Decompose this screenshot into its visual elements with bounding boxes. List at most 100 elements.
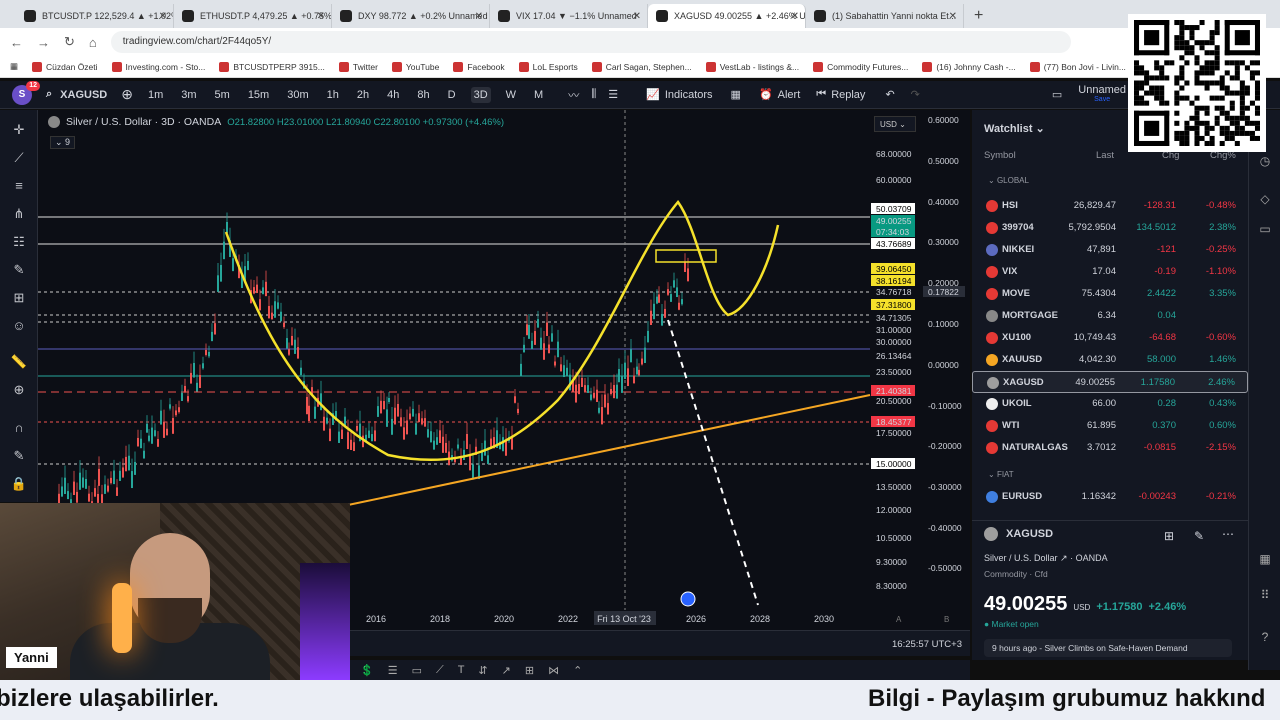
watchlist-title[interactable]: Watchlist ⌄ — [984, 122, 1045, 135]
apps-icon[interactable]: ▦ — [10, 61, 18, 72]
measure-icon[interactable]: ⇵ — [478, 664, 487, 677]
back-icon[interactable]: ← — [10, 35, 23, 50]
browser-tab[interactable]: DXY 98.772 ▲ +0.2% Unnamed ✕ — [332, 4, 490, 28]
lock-drawing-icon[interactable]: ✎ — [10, 448, 28, 464]
help-icon[interactable]: ? — [1257, 630, 1273, 644]
watchlist-row-399704[interactable]: 399704 5,792.9504 134.5012 2.38% — [972, 217, 1248, 239]
timeframe-30m[interactable]: 30m — [284, 87, 311, 103]
bookmark[interactable]: YouTube — [391, 61, 439, 72]
indicators-count[interactable]: ⌄ 9 — [50, 136, 76, 149]
col-last[interactable]: Last — [1096, 150, 1114, 161]
replay-button[interactable]: ⏮ Replay — [816, 88, 865, 101]
watchlist-row-move[interactable]: MOVE 75.4304 2.4422 3.35% — [972, 283, 1248, 305]
path-icon[interactable]: ⟋ — [436, 664, 444, 677]
calendar-icon[interactable]: ▦ — [1257, 552, 1273, 566]
templates-icon[interactable]: ▦ — [731, 88, 741, 101]
bookmark[interactable]: BTCUSDTPERP 3915... — [219, 61, 325, 72]
square-icon[interactable]: ▭ — [412, 664, 422, 677]
grid-icon[interactable]: ⊞ — [525, 664, 534, 677]
lock-icon[interactable]: 🔒 — [10, 476, 28, 492]
close-tab-icon[interactable]: ✕ — [159, 11, 167, 22]
bookmark[interactable]: (77) Bon Jovi - Livin... — [1029, 61, 1126, 72]
layout-name[interactable]: Unnamed Save — [1078, 84, 1126, 105]
layout-icon[interactable]: ▭ — [1052, 88, 1062, 101]
watchlist-row-hsi[interactable]: HSI 26,829.47 -128.31 -0.48% — [972, 195, 1248, 217]
watchlist-row-ukoil[interactable]: UKOIL 66.00 0.28 0.43% — [972, 393, 1248, 415]
timeframe-1h[interactable]: 1h — [324, 87, 342, 103]
currency-selector[interactable]: USD ⌄ — [874, 116, 916, 132]
layers-icon[interactable]: ◇ — [1257, 192, 1273, 206]
forward-icon[interactable]: → — [37, 35, 50, 50]
pattern-icon[interactable]: ⋈ — [548, 664, 559, 677]
bookmark[interactable]: VestLab - listings &... — [705, 61, 799, 72]
watchlist-row-vix[interactable]: VIX 17.04 -0.19 -1.10% — [972, 261, 1248, 283]
watchlist-row-naturalgas[interactable]: NATURALGAS 3.7012 -0.0815 -2.15% — [972, 437, 1248, 459]
watchlist-row-xu100[interactable]: XU100 10,749.43 -64.68 -0.60% — [972, 327, 1248, 349]
col-symbol[interactable]: Symbol — [984, 150, 1016, 161]
close-tab-icon[interactable]: ✕ — [317, 11, 325, 22]
timeframe-2h[interactable]: 2h — [354, 87, 372, 103]
timeframe-m[interactable]: M — [531, 87, 546, 103]
timeframe-3m[interactable]: 3m — [178, 87, 199, 103]
timeframe-5m[interactable]: 5m — [212, 87, 233, 103]
chart-type-candle-icon[interactable]: ⫼ — [591, 88, 596, 101]
avatar[interactable]: S 12 — [12, 80, 40, 105]
new-tab-button[interactable]: + — [964, 4, 993, 28]
timeframe-4h[interactable]: 4h — [384, 87, 402, 103]
chat-icon[interactable]: ▭ — [1257, 222, 1273, 236]
collapse-icon[interactable]: ⌃ — [573, 664, 582, 677]
close-tab-icon[interactable]: ✕ — [475, 11, 483, 22]
url-field[interactable]: tradingview.com/chart/2F44qo5Y/ — [110, 31, 1071, 53]
bookmark[interactable]: (16) Johnny Cash -... — [922, 61, 1016, 72]
watchlist-row-mortgage[interactable]: MORTGAGE 6.34 0.04 — [972, 305, 1248, 327]
timeframe-d[interactable]: D — [445, 87, 459, 103]
pitchfork-icon[interactable]: ⋔ — [10, 206, 28, 222]
chart-type-line-icon[interactable]: 〰 — [568, 87, 579, 103]
watchlist-row-nikkei[interactable]: NIKKEI 47,891 -121 -0.25% — [972, 239, 1248, 261]
alert-button[interactable]: ⏰ Alert — [759, 88, 800, 102]
browser-tab[interactable]: (1) Sabahattin Yanni nokta Et... ✕ — [806, 4, 964, 28]
watchlist-icon[interactable]: ◷ — [1257, 154, 1273, 168]
watchlist-row-eurusd[interactable]: EURUSD 1.16342 -0.00243 -0.21% — [972, 486, 1248, 508]
undo-icon[interactable]: ↶ — [885, 88, 894, 101]
bookmark[interactable]: Facebook — [453, 61, 505, 72]
bookmark[interactable]: Cüzdan Özeti — [32, 61, 98, 72]
grid-view-icon[interactable]: ⊞ — [1164, 529, 1174, 543]
more-icon[interactable]: ⋯ — [1222, 527, 1234, 541]
emoji-icon[interactable]: ☺ — [10, 318, 28, 334]
crosshair-icon[interactable]: ✛ — [10, 122, 28, 138]
browser-tab[interactable]: BTCUSDT.P 122,529.4 ▲ +1.02% ✕ — [16, 4, 174, 28]
prediction-icon[interactable]: ⊞ — [10, 290, 28, 306]
timeframe-1m[interactable]: 1m — [145, 87, 166, 103]
ruler-icon[interactable]: 📏 — [10, 354, 28, 370]
watchlist-row-wti[interactable]: WTI 61.895 0.370 0.60% — [972, 415, 1248, 437]
horizontal-lines-icon[interactable]: ≡ — [10, 178, 28, 194]
chart-type-bar-icon[interactable]: ☰ — [608, 88, 618, 101]
arrow-icon[interactable]: ↗ — [502, 664, 511, 677]
list-icon[interactable]: ☰ — [388, 664, 398, 677]
timeframe-8h[interactable]: 8h — [414, 87, 432, 103]
close-tab-icon[interactable]: ✕ — [633, 11, 641, 22]
watchlist-row-xauusd[interactable]: XAUUSD 4,042.30 58.000 1.46% — [972, 349, 1248, 371]
watchlist-row-xagusd[interactable]: XAGUSD 49.00255 1.17580 2.46% — [972, 371, 1248, 393]
magnet-icon[interactable]: ∩ — [10, 420, 28, 436]
bookmark[interactable]: Commodity Futures... — [813, 61, 908, 72]
symbol-search[interactable]: S 12 ⌕ XAGUSD — [12, 80, 107, 105]
bookmark[interactable]: Carl Sagan, Stephen... — [591, 61, 692, 72]
apps-icon[interactable]: ⠿ — [1257, 588, 1273, 602]
timeframe-3d[interactable]: 3D — [470, 86, 491, 103]
trendline-icon[interactable]: ⟋ — [10, 150, 28, 166]
bookmark[interactable]: Investing.com - Sto... — [111, 61, 205, 72]
zoom-icon[interactable]: ⊕ — [10, 382, 28, 398]
fib-icon[interactable]: ☷ — [10, 234, 28, 250]
news-headline[interactable]: 9 hours ago - Silver Climbs on Safe-Have… — [984, 639, 1232, 657]
redo-icon[interactable]: ↷ — [911, 88, 920, 101]
close-tab-icon[interactable]: ✕ — [791, 11, 799, 22]
reload-icon[interactable]: ↻ — [64, 34, 75, 50]
home-icon[interactable]: ⌂ — [89, 35, 97, 50]
edit-icon[interactable]: ✎ — [1194, 529, 1204, 543]
bookmark[interactable]: Twitter — [338, 61, 378, 72]
group-header-fiat[interactable]: ⌄ FIAT — [988, 470, 1014, 479]
group-header-global[interactable]: ⌄ GLOBAL — [988, 176, 1029, 185]
browser-tab[interactable]: ETHUSDT.P 4,479.25 ▲ +0.75% ✕ — [174, 4, 332, 28]
